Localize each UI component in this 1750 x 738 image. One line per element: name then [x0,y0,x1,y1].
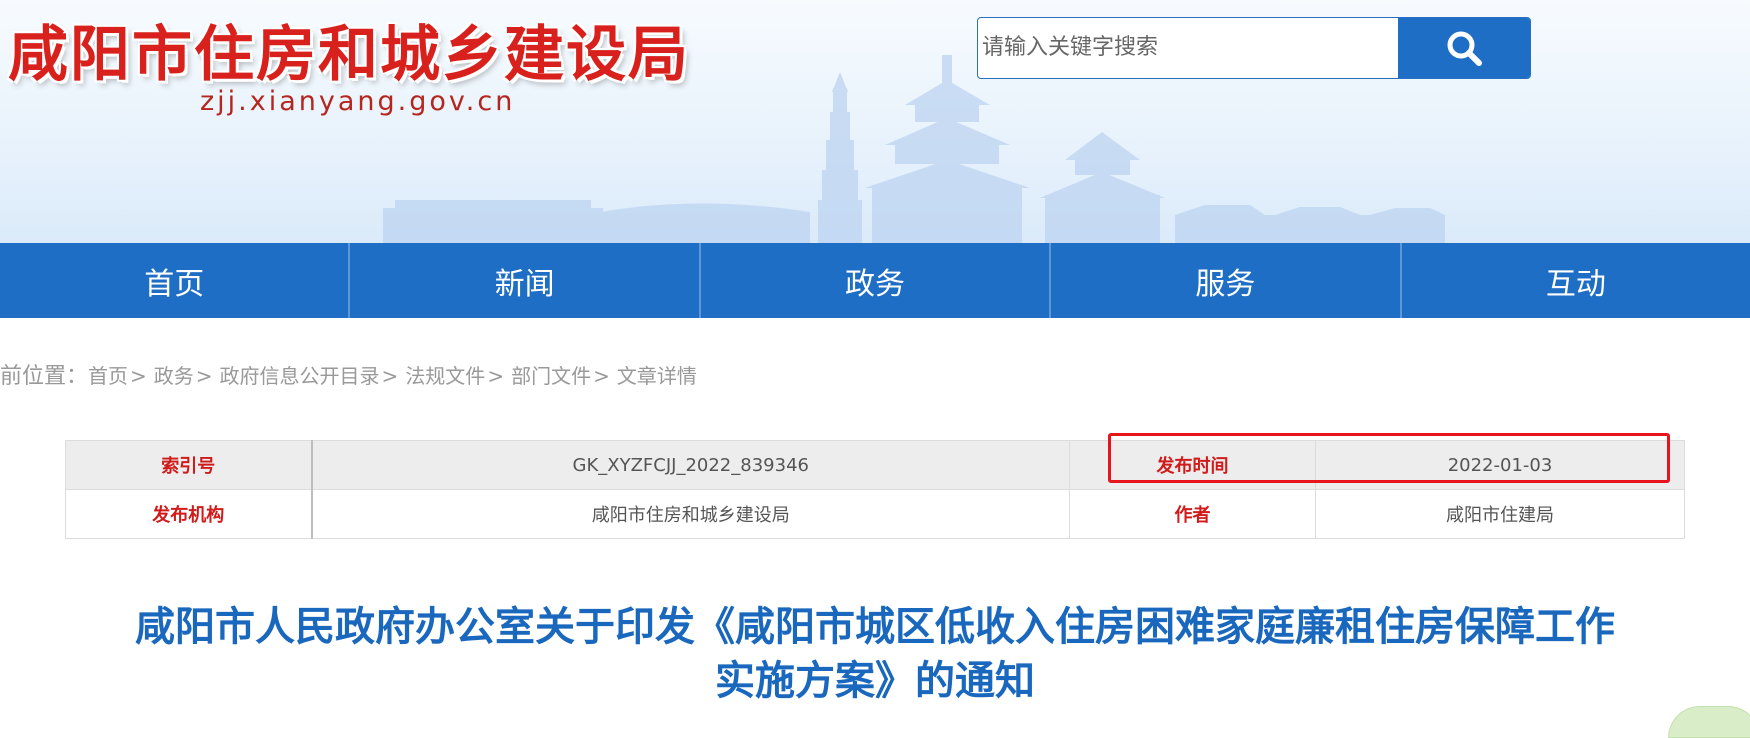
breadcrumb-item-article-detail[interactable]: 文章详情 [617,364,697,388]
site-domain: zjj.xianyang.gov.cn [200,86,516,117]
breadcrumb-separator: > [381,364,399,388]
publish-time-highlight-box [1108,433,1670,483]
index-number-label: 索引号 [65,440,313,490]
article-title-line-2: 实施方案》的通知 [715,658,1035,704]
article-title: 咸阳市人民政府办公室关于印发《咸阳市城区低收入住房困难家庭廉租住房保障工作 实施… [60,600,1690,708]
breadcrumb-item-regulations[interactable]: 法规文件 [405,364,485,388]
breadcrumb: 前位置：首页 > 政务 > 政府信息公开目录 > 法规文件 > 部门文件 > 文章详情 [0,358,697,390]
search-input[interactable] [978,18,1398,76]
site-title: 咸阳市住房和城乡建设局 [8,20,690,90]
author-label: 作者 [1069,489,1316,539]
index-number-value: GK_XYZFCJJ_2022_839346 [311,440,1070,490]
nav-item-services[interactable]: 服务 [1051,243,1402,318]
search-button[interactable] [1398,18,1530,78]
nav-item-home[interactable]: 首页 [0,243,351,318]
breadcrumb-item-home[interactable]: 首页 [88,364,128,388]
main-nav: 首页 新闻 政务 服务 互动 [0,243,1750,318]
publisher-label: 发布机构 [65,489,313,539]
breadcrumb-separator: > [487,364,505,388]
search-icon [1447,31,1482,66]
breadcrumb-item-info-disclosure[interactable]: 政府信息公开目录 [220,364,380,388]
breadcrumb-item-government-affairs[interactable]: 政务 [154,364,194,388]
article-title-line-1: 咸阳市人民政府办公室关于印发《咸阳市城区低收入住房困难家庭廉租住房保障工作 [135,604,1615,650]
breadcrumb-prefix: 前位置： [0,364,89,389]
nav-item-news[interactable]: 新闻 [350,243,701,318]
breadcrumb-separator: > [130,364,147,388]
breadcrumb-separator: > [195,364,213,388]
breadcrumb-item-department-docs[interactable]: 部门文件 [511,364,591,388]
search-box [977,17,1531,79]
nav-item-interaction[interactable]: 互动 [1402,243,1750,318]
nav-item-government-affairs[interactable]: 政务 [701,243,1052,318]
table-row: 发布机构 咸阳市住房和城乡建设局 作者 咸阳市住建局 [65,489,1685,539]
author-value: 咸阳市住建局 [1315,489,1685,539]
breadcrumb-separator: > [593,364,610,388]
header-banner: 咸阳市住房和城乡建设局 zjj.xianyang.gov.cn [0,0,1750,243]
publisher-value: 咸阳市住房和城乡建设局 [311,489,1070,539]
corner-widget[interactable] [1668,706,1750,738]
